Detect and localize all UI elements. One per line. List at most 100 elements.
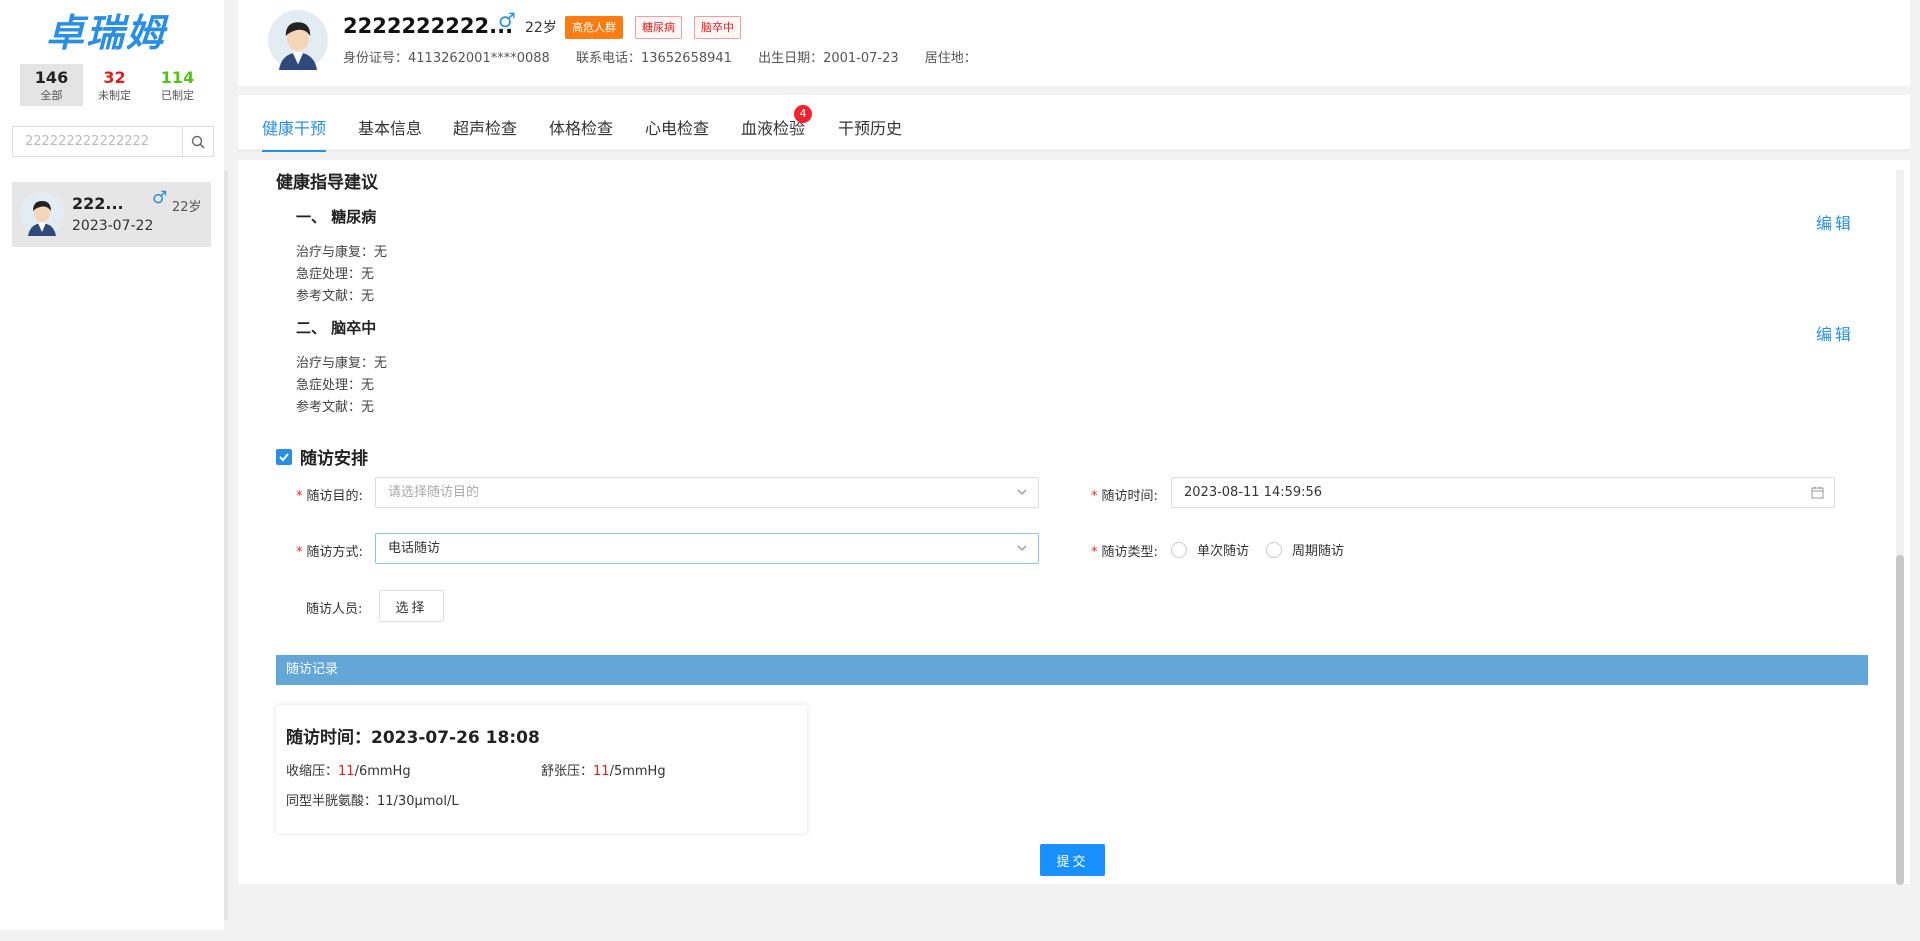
time-picker[interactable]: 2023-08-11 14:59:56 — [1171, 477, 1835, 508]
diastolic-label: 舒张压： — [541, 764, 594, 779]
tab-underline — [262, 150, 326, 152]
disease-title: 二、 脑卒中 — [296, 319, 377, 337]
male-icon: ♂ — [498, 8, 516, 32]
record-card: 随访时间：2023-07-26 18:08 收缩压：11/6mmHg 舒张压：1… — [276, 705, 807, 833]
address: 居住地： — [924, 51, 977, 66]
stat-defined-label: 已制定 — [161, 89, 194, 102]
radio-single-label: 单次随访 — [1197, 544, 1250, 559]
purpose-placeholder: 请选择随访目的 — [388, 485, 480, 500]
stat-defined-count: 114 — [160, 68, 195, 87]
systolic-unit: /6mmHg — [354, 764, 411, 779]
homocysteine: 同型半胱氨酸：11/30μmol/L — [286, 790, 459, 809]
tag-stroke: 脑卒中 — [694, 16, 741, 39]
patient-age: 22岁 — [525, 20, 557, 36]
tab-history[interactable]: 干预历史 — [838, 115, 902, 139]
line-key: 治疗与康复： — [296, 356, 375, 371]
scrollbar-thumb[interactable] — [1896, 555, 1904, 885]
stat-all-count: 146 — [34, 68, 69, 87]
info-line: 参考文献：无 — [296, 285, 374, 304]
chevron-down-icon — [1017, 545, 1027, 551]
sidebar: 卓瑞姆 146 全部 32 未制定 114 已制定 222... ♂ 22岁 — [0, 0, 224, 930]
avatar — [268, 10, 328, 70]
line-value: 无 — [361, 378, 375, 393]
patient-list-item[interactable]: 222... ♂ 22岁 2023-07-22 — [12, 182, 211, 247]
tab-blood-badge: 4 — [794, 105, 812, 123]
tab-ultrasound[interactable]: 超声检查 — [453, 115, 517, 139]
tab-physical[interactable]: 体格检查 — [549, 115, 613, 139]
line-key: 参考文献： — [296, 400, 362, 415]
tab-ecg[interactable]: 心电检查 — [645, 115, 709, 139]
disease-title: 一、 糖尿病 — [296, 208, 377, 226]
info-line: 急症处理：无 — [296, 263, 374, 282]
line-key: 治疗与康复： — [296, 245, 375, 260]
info-line: 急症处理：无 — [296, 374, 374, 393]
systolic: 收缩压：11/6mmHg — [286, 760, 411, 779]
line-value: 无 — [361, 400, 375, 415]
calendar-icon — [1811, 486, 1824, 499]
logo: 卓瑞姆 — [46, 11, 167, 55]
systolic-label: 收缩压： — [286, 764, 339, 779]
patient-name: 2222222222... — [343, 14, 514, 38]
line-key: 急症处理： — [296, 267, 362, 282]
main-content: 健康指导建议 一、 糖尿病 编辑 治疗与康复：无 急症处理：无 参考文献：无 二… — [238, 160, 1910, 884]
line-value: 无 — [374, 356, 388, 371]
time-label: * 随访时间: — [1091, 489, 1158, 504]
purpose-label: * 随访目的: — [296, 489, 363, 504]
patient-age: 22岁 — [172, 200, 202, 215]
stat-all[interactable]: 146 全部 — [20, 64, 83, 106]
patient-name: 222... — [72, 194, 124, 213]
submit-button[interactable]: 提交 — [1040, 844, 1105, 876]
stat-defined[interactable]: 114 已制定 — [146, 64, 209, 106]
line-value: 无 — [361, 289, 375, 304]
search-input[interactable] — [13, 127, 182, 156]
stat-undefined-count: 32 — [103, 68, 126, 87]
radio-periodic-label: 周期随访 — [1292, 544, 1345, 559]
diastolic-unit: /5mmHg — [609, 764, 666, 779]
record-time: 随访时间：2023-07-26 18:08 — [286, 728, 540, 748]
checkbox-checked-icon[interactable] — [276, 448, 292, 465]
search-icon — [191, 135, 205, 149]
purpose-label-text: 随访目的: — [306, 489, 363, 504]
method-select[interactable]: 电话随访 — [375, 533, 1039, 564]
tab-basic-info[interactable]: 基本信息 — [358, 115, 422, 139]
diastolic-value: 11 — [593, 764, 610, 779]
radio-single[interactable]: 单次随访 — [1171, 540, 1249, 559]
tab-bar: 健康干预 基本信息 超声检查 体格检查 心电检查 血液检验 4 干预历史 — [238, 95, 1910, 152]
hcy-label: 同型半胱氨酸： — [286, 794, 378, 809]
type-label: * 随访类型: — [1091, 545, 1158, 560]
purpose-select[interactable]: 请选择随访目的 — [375, 477, 1039, 508]
search-box — [12, 126, 214, 157]
patient-info: 身份证号：4113262001****0088 联系电话：13652658941… — [343, 47, 999, 66]
followup-toggle[interactable]: 随访安排 — [276, 444, 368, 469]
radio-circle[interactable] — [1266, 541, 1282, 558]
tag-high-risk: 高危人群 — [565, 16, 623, 39]
edit-button[interactable]: 编辑 — [1816, 210, 1854, 234]
stat-undefined[interactable]: 32 未制定 — [83, 64, 146, 106]
search-button[interactable] — [182, 127, 213, 156]
stats: 146 全部 32 未制定 114 已制定 — [20, 64, 209, 106]
systolic-value: 11 — [338, 764, 355, 779]
line-key: 参考文献： — [296, 289, 362, 304]
edit-button[interactable]: 编辑 — [1816, 321, 1854, 345]
birth-date: 出生日期：2001-07-23 — [758, 51, 899, 66]
choose-staff-button[interactable]: 选择 — [379, 590, 444, 622]
info-line: 治疗与康复：无 — [296, 241, 387, 260]
method-label: * 随访方式: — [296, 545, 363, 560]
diastolic: 舒张压：11/5mmHg — [541, 760, 666, 779]
time-value: 2023-08-11 14:59:56 — [1184, 485, 1323, 500]
radio-periodic[interactable]: 周期随访 — [1266, 540, 1344, 559]
method-label-text: 随访方式: — [306, 545, 363, 560]
male-icon: ♂ — [152, 188, 168, 208]
followup-title: 随访安排 — [300, 449, 368, 469]
main-scrollbar[interactable] — [1896, 170, 1904, 885]
id-card: 身份证号：4113262001****0088 — [343, 51, 550, 66]
phone: 联系电话：13652658941 — [575, 51, 732, 66]
radio-circle[interactable] — [1171, 541, 1187, 558]
line-value: 无 — [374, 245, 388, 260]
line-value: 无 — [361, 267, 375, 282]
info-line: 参考文献：无 — [296, 396, 374, 415]
staff-label: 随访人员: — [306, 602, 363, 617]
sidebar-scrollbar[interactable] — [224, 170, 228, 920]
tab-health-intervention[interactable]: 健康干预 — [262, 115, 326, 139]
stat-undefined-label: 未制定 — [98, 89, 131, 102]
